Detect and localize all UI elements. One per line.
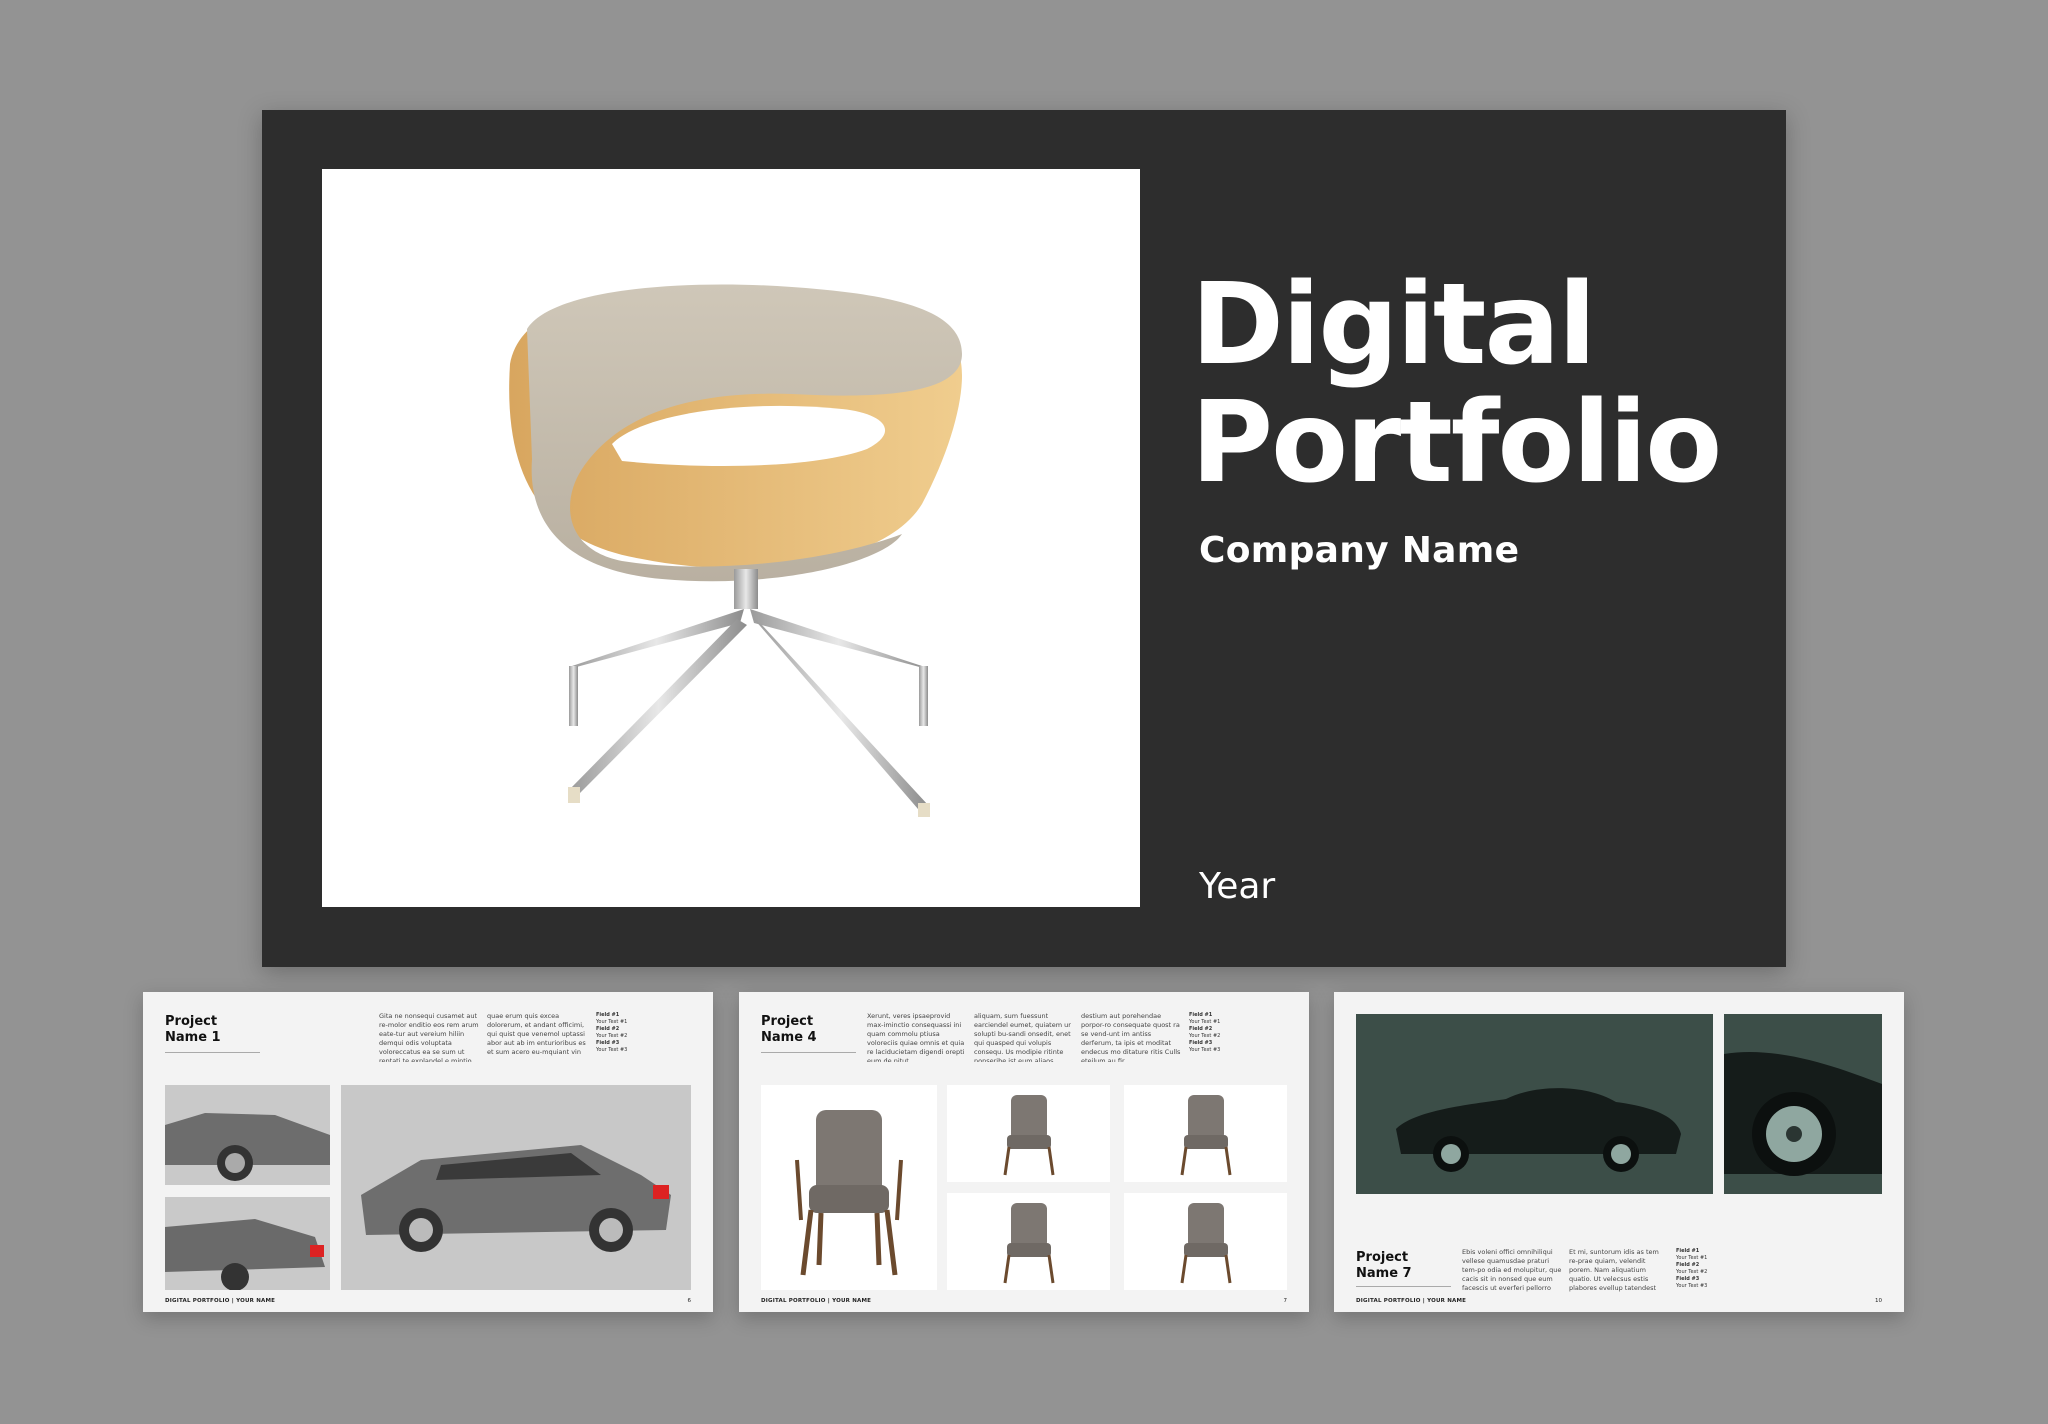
page-number: 7 <box>1283 1298 1288 1304</box>
field-label: Field #1 <box>1676 1248 1700 1254</box>
footer-text: DIGITAL PORTFOLIO | YOUR NAME <box>761 1298 872 1304</box>
car-front-image <box>165 1085 330 1185</box>
field-value: Your Text #3 <box>596 1047 628 1053</box>
text-column: Et mi, suntorum idis as tem re-prae quia… <box>1569 1248 1659 1292</box>
title-divider <box>165 1052 260 1053</box>
field-label: Field #2 <box>1189 1026 1213 1032</box>
portfolio-title: Digital Portfolio <box>1191 260 1722 508</box>
sports-car-side-image <box>1356 1014 1713 1194</box>
project-name: Project Name 1 <box>165 1014 221 1045</box>
field-value: Your Text #3 <box>1189 1047 1221 1053</box>
field-list: Field #1 Your Text #1 Field #2 Your Text #… <box>596 1012 627 1054</box>
field-list: Field #1 Your Text #1 Field #2 Your Text #… <box>1189 1012 1220 1054</box>
page-number: 6 <box>687 1298 692 1304</box>
field-label: Field #3 <box>1189 1040 1213 1046</box>
title-divider <box>1356 1286 1451 1287</box>
field-label: Field #1 <box>1189 1012 1213 1018</box>
page-number: 10 <box>1875 1298 1882 1304</box>
field-label: Field #2 <box>1676 1262 1700 1268</box>
field-label: Field #3 <box>1676 1276 1700 1282</box>
field-value: Your Text #1 <box>1189 1019 1221 1025</box>
field-label: Field #3 <box>596 1040 620 1046</box>
field-label: Field #2 <box>596 1026 620 1032</box>
text-column: aliquam, sum fuessunt earciendel eumet, … <box>974 1012 1071 1062</box>
chair-hero-image <box>322 169 1140 907</box>
chair-large-image <box>761 1085 937 1290</box>
field-value: Your Text #2 <box>1189 1033 1221 1039</box>
field-label: Field #1 <box>596 1012 620 1018</box>
field-value: Your Text #1 <box>596 1019 628 1025</box>
spread-project-1[interactable]: Project Name 1 Gita ne nonsequi cusamet … <box>143 992 713 1312</box>
project-name: Project Name 7 <box>1356 1250 1412 1281</box>
field-list: Field #1 Your Text #1 Field #2 Your Text #… <box>1676 1248 1707 1292</box>
year-label: Year <box>1199 866 1276 907</box>
cover-slide[interactable]: Digital Portfolio Company Name Year <box>262 110 1786 967</box>
chair-thumb-image <box>1124 1193 1287 1290</box>
spread-project-4[interactable]: Project Name 4 Xerunt, veres ipsaeprovid… <box>739 992 1309 1312</box>
field-value: Your Text #3 <box>1676 1283 1708 1289</box>
footer-text: DIGITAL PORTFOLIO | YOUR NAME <box>1356 1298 1467 1304</box>
chair-thumb-image <box>947 1085 1110 1182</box>
spread-project-7[interactable]: Project Name 7 Ebis voleni offici omnihi… <box>1334 992 1904 1312</box>
field-value: Your Text #2 <box>1676 1269 1708 1275</box>
chair-thumb-image <box>1124 1085 1287 1182</box>
text-column: quae erum quis excea dolorerum, et andan… <box>487 1012 586 1056</box>
text-column: Ebis voleni offici omnihiliqui vellese q… <box>1462 1248 1562 1292</box>
car-rear-image <box>165 1197 330 1290</box>
car-side-image <box>341 1085 691 1290</box>
field-value: Your Text #2 <box>596 1033 628 1039</box>
project-name: Project Name 4 <box>761 1014 817 1045</box>
text-column: Gita ne nonsequi cusamet aut re-molor en… <box>379 1012 479 1062</box>
title-divider <box>761 1052 856 1053</box>
chair-thumb-image <box>947 1193 1110 1290</box>
footer-text: DIGITAL PORTFOLIO | YOUR NAME <box>165 1298 276 1304</box>
company-name: Company Name <box>1199 530 1520 571</box>
text-column: Xerunt, veres ipsaeprovid max-iminctio c… <box>867 1012 965 1062</box>
field-value: Your Text #1 <box>1676 1255 1708 1261</box>
text-column: destium aut porehendae porpor-ro consequ… <box>1081 1012 1181 1062</box>
sports-car-wheel-image <box>1724 1014 1882 1194</box>
